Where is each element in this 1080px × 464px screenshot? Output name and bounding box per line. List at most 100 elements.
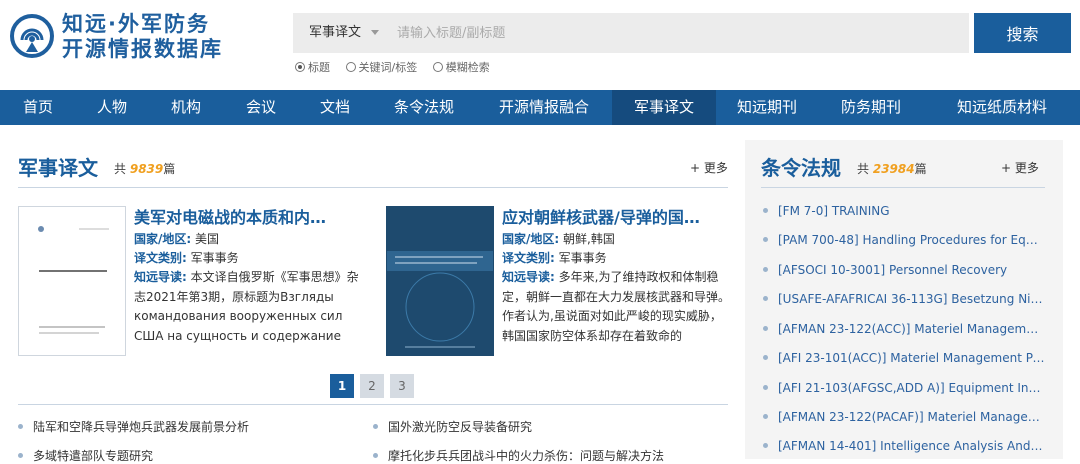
list-item[interactable]: [PAM 700-48] Handling Procedures for Equ… <box>763 233 1045 247</box>
list-item-text: [FM 7-0] TRAINING <box>778 204 890 218</box>
bullet-icon <box>763 385 768 390</box>
radio-fuzzy[interactable]: 模糊检索 <box>432 59 490 75</box>
meta-label: 译文类别: <box>502 251 555 265</box>
list-item-text: [AFI 21-103(AFGSC,ADD A)] Equipment Inve… <box>778 381 1045 395</box>
meta-value: 朝鲜,韩国 <box>563 232 615 246</box>
meta-label: 译文类别: <box>134 251 187 265</box>
article-guide: 知远导读: 多年来,为了维持政权和体制稳定，朝鲜一直都在大力发展核武器和导弹。作… <box>502 268 732 346</box>
article-guide: 知远导读: 本文译自俄罗斯《军事思想》杂志2021年第3期，原标题为Взгляд… <box>134 268 364 346</box>
count-number: 9839 <box>129 162 164 176</box>
list-item-text: [AFMAN 23-122(PACAF)] Materiel Managemen… <box>778 410 1045 424</box>
bullet-icon <box>763 414 768 419</box>
logo-line-2: 开源情报数据库 <box>62 37 223 61</box>
translations-panel: 军事译文 共 9839篇 + 更多 美军对电磁战的本质和内… 国家/地区: 美国… <box>18 140 730 463</box>
meta-value: 美国 <box>195 232 220 246</box>
list-item-text: 摩托化步兵兵团战斗中的火力杀伤：问题与解决方法 <box>388 449 665 463</box>
radio-keyword[interactable]: 关键词/标签 <box>345 59 418 75</box>
nav-conferences[interactable]: 会议 <box>224 90 298 125</box>
list-item[interactable]: [AFMAN 23-122(ACC)] Materiel Management … <box>763 322 1045 336</box>
meta-value: 军事事务 <box>190 251 239 265</box>
radio-title[interactable]: 标题 <box>295 59 330 75</box>
list-item-text: [AFI 23-101(ACC)] Materiel Management Po… <box>778 351 1045 365</box>
list-item-text: [PAM 700-48] Handling Procedures for Equ… <box>778 233 1045 247</box>
nav-zhiyuan-journal[interactable]: 知远期刊 <box>716 90 818 125</box>
count-number: 23984 <box>872 162 915 176</box>
bullet-icon <box>763 296 768 301</box>
list-item[interactable]: [AFI 21-103(AFGSC,ADD A)] Equipment Inve… <box>763 381 1045 395</box>
search-type-select[interactable]: 军事译文 <box>309 13 380 53</box>
radio-selected-icon <box>295 62 305 72</box>
list-item[interactable]: 陆军和空降兵导弹炮兵武器发展前景分析 <box>18 418 249 435</box>
meta-label: 知远导读: <box>502 270 555 284</box>
nav-osint-fusion[interactable]: 开源情报融合 <box>476 90 612 125</box>
nav-translations[interactable]: 军事译文 <box>612 90 716 125</box>
list-item[interactable]: [USAFE-AFAFRICAI 36-113G] Besetzung Nich… <box>763 292 1045 306</box>
list-item-text: 多域特遣部队专题研究 <box>33 449 154 463</box>
radio-label: 关键词/标签 <box>358 61 418 74</box>
divider <box>18 187 728 188</box>
article-cover-image[interactable] <box>386 206 494 356</box>
article-card[interactable]: 美军对电磁战的本质和内… 国家/地区: 美国 译文类别: 军事事务 知远导读: … <box>18 206 366 356</box>
pagination: 1 2 3 <box>330 374 414 398</box>
page-button-1[interactable]: 1 <box>330 374 354 398</box>
list-item-text: 国外激光防空反导装备研究 <box>388 420 533 434</box>
nav-defense-journal[interactable]: 防务期刊 <box>818 90 924 125</box>
document-cover-icon <box>38 226 109 334</box>
search-button[interactable]: 搜索 <box>974 13 1071 53</box>
bullet-icon <box>763 237 768 242</box>
bullet-icon <box>763 326 768 331</box>
search-input[interactable] <box>397 21 937 45</box>
list-item-text: 陆军和空降兵导弹炮兵武器发展前景分析 <box>33 420 250 434</box>
article-title[interactable]: 应对朝鲜核武器/导弹的国… <box>502 206 732 230</box>
divider <box>18 404 728 405</box>
meta-label: 国家/地区: <box>134 232 192 246</box>
logo-text: 知远·外军防务 开源情报数据库 <box>62 12 223 62</box>
list-item[interactable]: 多域特遣部队专题研究 <box>18 447 153 464</box>
more-link[interactable]: + 更多 <box>690 159 728 176</box>
article-category: 译文类别: 军事事务 <box>134 249 364 268</box>
radio-empty-icon <box>432 62 443 72</box>
count-prefix: 共 <box>114 162 127 176</box>
list-item[interactable]: [AFI 23-101(ACC)] Materiel Management Po… <box>763 351 1045 365</box>
search-box: 军事译文 <box>293 13 969 53</box>
main-nav: 首页 人物 机构 会议 文档 条令法规 开源情报融合 军事译文 知远期刊 防务期… <box>0 90 1080 125</box>
article-count: 共 9839篇 <box>114 160 175 177</box>
bullet-icon <box>763 443 768 448</box>
nav-home[interactable]: 首页 <box>0 90 76 125</box>
list-item[interactable]: [AFMAN 23-122(PACAF)] Materiel Managemen… <box>763 410 1045 424</box>
count-suffix: 篇 <box>914 162 927 176</box>
meta-label: 国家/地区: <box>502 232 560 246</box>
page-button-2[interactable]: 2 <box>360 374 384 398</box>
nav-paper-materials[interactable]: 知远纸质材料 <box>924 90 1080 125</box>
radio-empty-icon <box>345 62 356 72</box>
article-title[interactable]: 美军对电磁战的本质和内… <box>134 206 364 230</box>
page-button-3[interactable]: 3 <box>390 374 414 398</box>
list-item[interactable]: 摩托化步兵兵团战斗中的火力杀伤：问题与解决方法 <box>373 447 664 464</box>
nav-regulations[interactable]: 条令法规 <box>372 90 476 125</box>
list-item[interactable]: [FM 7-0] TRAINING <box>763 204 1045 218</box>
list-item[interactable]: [AFMAN 14-401] Intelligence Analysis And… <box>763 439 1045 453</box>
chevron-down-icon <box>371 30 380 35</box>
list-item[interactable]: 国外激光防空反导装备研究 <box>373 418 532 435</box>
article-category: 译文类别: 军事事务 <box>502 249 732 268</box>
article-cover-image[interactable] <box>18 206 126 356</box>
search-mode-options: 标题 关键词/标签 模糊检索 <box>295 59 502 75</box>
list-item-text: [AFMAN 14-401] Intelligence Analysis And… <box>778 439 1045 453</box>
article-country: 国家/地区: 朝鲜,韩国 <box>502 230 732 249</box>
logo-line-1: 知远·外军防务 <box>62 12 210 36</box>
article-card[interactable]: 应对朝鲜核武器/导弹的国… 国家/地区: 朝鲜,韩国 译文类别: 军事事务 知远… <box>386 206 734 356</box>
nav-people[interactable]: 人物 <box>76 90 148 125</box>
nav-documents[interactable]: 文档 <box>298 90 372 125</box>
list-item-text: [AFMAN 23-122(ACC)] Materiel Management … <box>778 322 1045 336</box>
header: 知远·外军防务 开源情报数据库 军事译文 搜索 标题 关键词/标签 模糊检索 <box>0 0 1080 90</box>
section-title: 军事译文 <box>18 156 98 180</box>
divider <box>761 187 1045 188</box>
list-item[interactable]: [AFSOCI 10-3001] Personnel Recovery <box>763 263 1045 277</box>
nav-institutions[interactable]: 机构 <box>148 90 224 125</box>
site-logo[interactable]: 知远·外军防务 开源情报数据库 <box>10 12 255 68</box>
bullet-icon <box>763 267 768 272</box>
list-item-text: [AFSOCI 10-3001] Personnel Recovery <box>778 263 1008 277</box>
count-prefix: 共 <box>857 162 870 176</box>
radio-label: 标题 <box>308 61 330 74</box>
more-link[interactable]: + 更多 <box>1001 159 1039 176</box>
